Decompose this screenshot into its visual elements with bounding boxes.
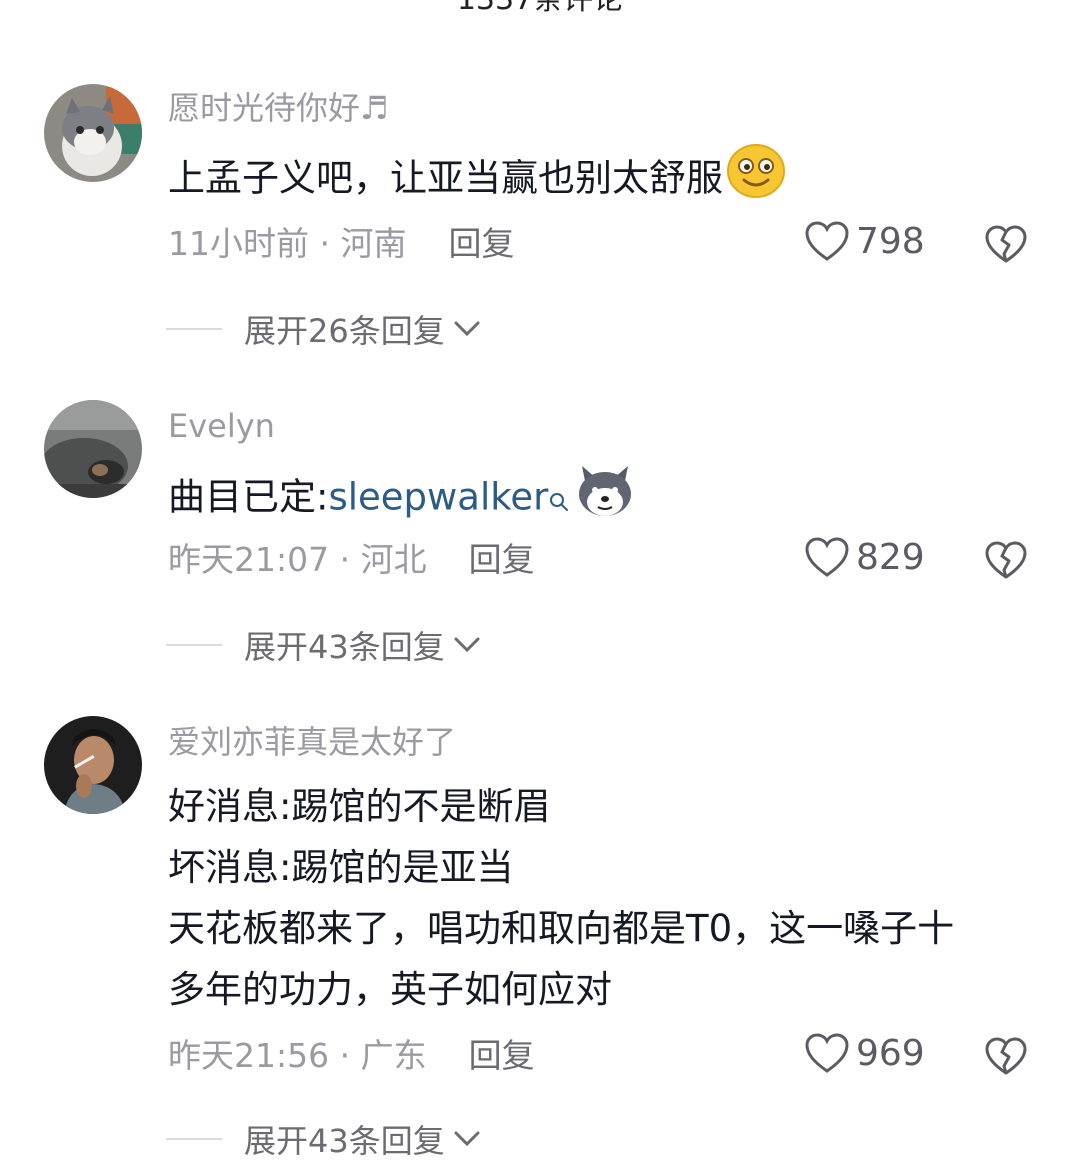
expand-replies[interactable]: 展开43条回复: [166, 1116, 481, 1162]
like-button[interactable]: 829: [804, 536, 934, 578]
chevron-down-icon: [454, 637, 480, 653]
divider: [166, 644, 222, 646]
husky-emoji-icon: [576, 462, 634, 536]
comment-meta: 昨天21:56 · 广东 回复: [168, 1036, 535, 1076]
heart-outline-icon: [805, 537, 849, 577]
reply-button[interactable]: 回复: [448, 224, 514, 263]
comment-line: 好消息:踢馆的不是断眉: [168, 785, 551, 828]
expand-replies[interactable]: 展开26条回复: [166, 306, 481, 352]
chevron-down-icon: [454, 321, 480, 337]
smile-emoji-icon: [727, 144, 785, 216]
comment-prefix: 曲目已定:: [168, 475, 329, 519]
broken-heart-icon: [985, 1037, 1027, 1075]
expand-replies-label: 展开43条回复: [244, 1122, 445, 1160]
region: 河北: [360, 540, 427, 579]
username[interactable]: 愿时光待你好♬: [168, 88, 389, 128]
like-button[interactable]: 798: [804, 220, 934, 262]
reply-button[interactable]: 回复: [469, 540, 535, 579]
dislike-button[interactable]: [984, 224, 1028, 268]
reply-button[interactable]: 回复: [469, 1036, 535, 1075]
search-icon[interactable]: [548, 470, 570, 531]
region: 河南: [340, 224, 407, 263]
meta-separator: ·: [329, 540, 361, 579]
comment-meta: 11小时前 · 河南 回复: [168, 224, 514, 264]
broken-heart-icon: [985, 541, 1027, 579]
heart-outline-icon: [805, 1033, 849, 1073]
like-count: 798: [856, 220, 925, 262]
like-count: 969: [856, 1032, 925, 1074]
username[interactable]: Evelyn: [168, 406, 275, 446]
comment-line: 上孟子义吧，让亚当赢也别太舒服: [168, 156, 723, 200]
meta-separator: ·: [309, 224, 341, 263]
region: 广东: [360, 1036, 427, 1075]
comment-meta: 昨天21:07 · 河北 回复: [168, 540, 535, 580]
dislike-button[interactable]: [984, 540, 1028, 584]
comment-text: 好消息:踢馆的不是断眉 坏消息:踢馆的是亚当 天花板都来了，唱功和取向都是T0，…: [168, 776, 1048, 1020]
heart-outline-icon: [805, 221, 849, 261]
comment-line: 多年的功力，英子如何应对: [168, 968, 612, 1011]
comment-text: 曲目已定:sleepwalker: [168, 462, 1048, 536]
comment-line: 天花板都来了，唱功和取向都是T0，这一嗓子十: [168, 907, 955, 950]
like-button[interactable]: 969: [804, 1032, 934, 1074]
expand-replies-label: 展开43条回复: [244, 628, 445, 666]
chevron-down-icon: [454, 1131, 480, 1147]
broken-heart-icon: [985, 225, 1027, 263]
divider: [166, 328, 222, 330]
avatar[interactable]: [44, 84, 142, 182]
avatar[interactable]: [44, 400, 142, 498]
comment-text: 上孟子义吧，让亚当赢也别太舒服: [168, 144, 1048, 216]
dislike-button[interactable]: [984, 1036, 1028, 1080]
timestamp: 昨天21:07: [168, 540, 330, 579]
timestamp: 昨天21:56: [168, 1036, 330, 1075]
avatar[interactable]: [44, 716, 142, 814]
expand-replies[interactable]: 展开43条回复: [166, 622, 481, 668]
expand-replies-label: 展开26条回复: [244, 312, 445, 350]
like-count: 829: [856, 536, 925, 578]
comment-line: 坏消息:踢馆的是亚当: [168, 846, 514, 889]
username[interactable]: 爱刘亦菲真是太好了: [168, 722, 456, 762]
song-link[interactable]: sleepwalker: [328, 476, 548, 519]
divider: [166, 1138, 222, 1140]
meta-separator: ·: [329, 1036, 361, 1075]
timestamp: 11小时前: [168, 224, 309, 263]
comment-count-header: 1337条评论: [0, 0, 1080, 18]
